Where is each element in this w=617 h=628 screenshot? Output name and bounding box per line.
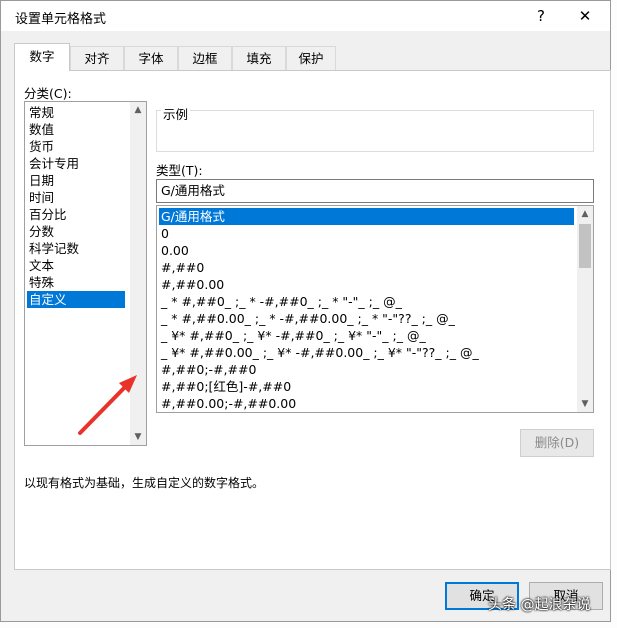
type-item[interactable]: _ ¥* #,##0_ ;_ ¥* -#,##0_ ;_ ¥* "-"_ ;_ … [159, 327, 426, 344]
format-description: 以现有格式为基础，生成自定义的数字格式。 [24, 476, 265, 490]
type-item[interactable]: 0 [159, 225, 169, 242]
type-item[interactable]: _ ¥* #,##0.00_ ;_ ¥* -#,##0.00_ ;_ ¥* "-… [159, 344, 479, 361]
dialog-title: 设置单元格格式 [15, 12, 107, 27]
red-annotation-arrow-icon [78, 375, 137, 435]
category-item[interactable]: 分数 [27, 223, 54, 240]
category-item[interactable]: 时间 [27, 189, 54, 206]
category-label: 分类(C): [24, 86, 72, 101]
category-item[interactable]: 文本 [27, 257, 54, 274]
category-item[interactable]: 货币 [27, 138, 54, 155]
category-item[interactable]: 科学记数 [27, 240, 79, 257]
tab-alignment[interactable]: 对齐 [70, 46, 124, 70]
scroll-thumb[interactable] [579, 224, 591, 268]
tab-border[interactable]: 边框 [178, 46, 232, 70]
tab-number[interactable]: 数字 [14, 43, 70, 71]
category-item[interactable]: 会计专用 [27, 155, 79, 172]
type-item-selected[interactable]: G/通用格式 [159, 208, 574, 225]
close-icon[interactable]: ✕ [567, 3, 603, 29]
type-item[interactable]: 0.00 [159, 242, 189, 259]
type-input[interactable]: G/通用格式 [156, 179, 594, 203]
delete-button[interactable]: 删除(D) [520, 429, 594, 457]
help-icon[interactable]: ? [523, 3, 559, 29]
type-item[interactable]: _ * #,##0.00_ ;_ * -#,##0.00_ ;_ * "-"??… [159, 310, 455, 327]
category-item-selected[interactable]: 自定义 [27, 291, 125, 308]
type-list[interactable]: G/通用格式 0 0.00 #,##0 #,##0.00 _ * #,##0_ … [156, 205, 594, 413]
title-bar: 设置单元格格式 ? ✕ [1, 1, 610, 31]
category-item[interactable]: 日期 [27, 172, 54, 189]
sample-label: 示例 [161, 104, 191, 123]
type-item[interactable]: #,##0.00;-#,##0.00 [159, 395, 296, 412]
type-item[interactable]: #,##0;[红色]-#,##0 [159, 378, 291, 395]
category-item[interactable]: 百分比 [27, 206, 67, 223]
type-item[interactable]: #,##0 [159, 259, 204, 276]
category-item[interactable]: 特殊 [27, 274, 54, 291]
category-item[interactable]: 数值 [27, 121, 54, 138]
watermark: 头条 @起浪杂说 [488, 597, 591, 613]
scroll-up-arrow-icon[interactable]: ▲ [130, 102, 146, 118]
number-tab-panel: 分类(C): 常规 数值 货币 会计专用 日期 时间 百分比 分数 科学记数 文… [14, 70, 611, 570]
category-item[interactable]: 常规 [27, 104, 54, 121]
type-item[interactable]: #,##0;-#,##0 [159, 361, 256, 378]
type-item[interactable]: #,##0.00 [159, 276, 224, 293]
type-item[interactable]: _ * #,##0_ ;_ * -#,##0_ ;_ * "-"_ ;_ @_ [159, 293, 402, 310]
tab-fill[interactable]: 填充 [232, 46, 286, 70]
tab-font[interactable]: 字体 [124, 46, 178, 70]
format-cells-dialog: 设置单元格格式 ? ✕ 数字 对齐 字体 边框 填充 保护 分类(C): 常规 … [0, 0, 611, 622]
scroll-down-arrow-icon[interactable]: ▼ [577, 396, 593, 412]
type-label: 类型(T): [156, 163, 203, 178]
tab-protection[interactable]: 保护 [286, 46, 336, 70]
type-scrollbar[interactable]: ▲ ▼ [577, 206, 593, 412]
scroll-up-arrow-icon[interactable]: ▲ [577, 206, 593, 222]
sample-box [156, 110, 594, 152]
